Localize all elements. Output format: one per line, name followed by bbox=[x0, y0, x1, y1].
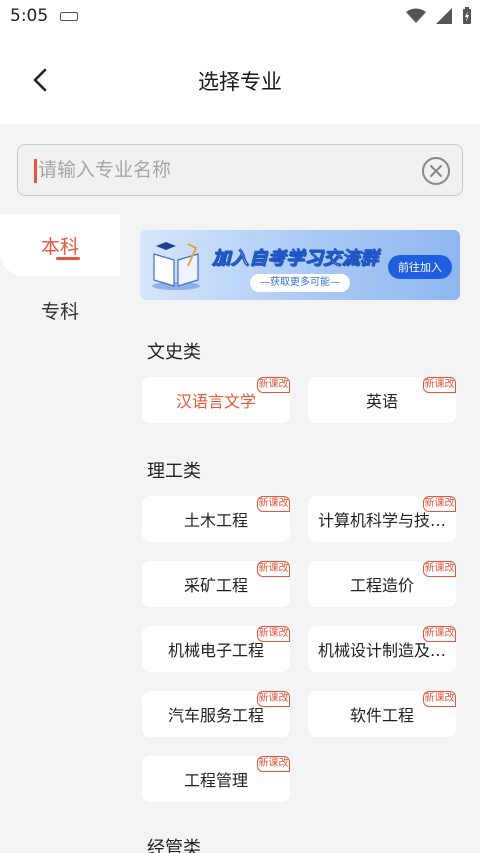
major-item[interactable]: 工程造价 新课改 bbox=[308, 561, 456, 607]
status-bar: 5:05 bbox=[0, 0, 480, 34]
search-input[interactable] bbox=[38, 153, 408, 187]
tab-undergraduate[interactable]: 本科 bbox=[0, 214, 120, 276]
major-item[interactable]: 土木工程 新课改 bbox=[142, 496, 290, 542]
major-label: 土木工程 bbox=[183, 511, 248, 530]
search-box[interactable] bbox=[17, 144, 463, 196]
major-label: 工程造价 bbox=[349, 576, 414, 595]
new-curriculum-badge: 新课改 bbox=[423, 561, 456, 577]
study-group-banner[interactable]: 加入自考学习交流群 —获取更多可能— 前往加入 bbox=[140, 230, 460, 300]
major-item[interactable]: 采矿工程 新课改 bbox=[142, 561, 290, 607]
major-label: 机械电子工程 bbox=[167, 641, 264, 660]
major-item[interactable]: 机械设计制造及… 新课改 bbox=[308, 626, 456, 672]
major-label: 汽车服务工程 bbox=[167, 706, 264, 725]
major-list: 加入自考学习交流群 —获取更多可能— 前往加入 文史类 汉语言文学 新课改 英语… bbox=[120, 214, 480, 853]
major-item[interactable]: 工程管理 新课改 bbox=[142, 756, 290, 802]
status-icons bbox=[406, 7, 472, 25]
major-label: 采矿工程 bbox=[183, 576, 248, 595]
major-item[interactable]: 英语 新课改 bbox=[308, 377, 456, 423]
new-curriculum-badge: 新课改 bbox=[423, 691, 456, 707]
new-curriculum-badge: 新课改 bbox=[257, 496, 290, 512]
clear-search-button[interactable] bbox=[422, 157, 450, 185]
tab-label: 专科 bbox=[40, 300, 79, 323]
new-curriculum-badge: 新课改 bbox=[423, 496, 456, 512]
banner-title: 加入自考学习交流群 bbox=[212, 248, 379, 270]
tab-junior-college[interactable]: 专科 bbox=[0, 278, 120, 342]
tab-label: 本科 bbox=[40, 235, 79, 258]
major-label: 英语 bbox=[365, 392, 398, 411]
section-title-literature: 文史类 bbox=[147, 342, 201, 363]
keyboard-icon bbox=[60, 12, 78, 21]
battery-icon bbox=[463, 7, 471, 24]
major-item[interactable]: 软件工程 新课改 bbox=[308, 691, 456, 737]
text-cursor bbox=[34, 159, 37, 183]
status-time: 5:05 bbox=[10, 6, 49, 26]
major-item[interactable]: 汉语言文学 新课改 bbox=[142, 377, 290, 423]
new-curriculum-badge: 新课改 bbox=[257, 626, 290, 642]
wifi-icon bbox=[406, 8, 426, 23]
major-label: 工程管理 bbox=[183, 771, 248, 790]
major-label: 软件工程 bbox=[349, 706, 414, 725]
new-curriculum-badge: 新课改 bbox=[257, 691, 290, 707]
section-title-economics-management: 经管类 bbox=[147, 838, 201, 853]
major-item[interactable]: 机械电子工程 新课改 bbox=[142, 626, 290, 672]
app-header: 选择专业 bbox=[0, 34, 480, 124]
new-curriculum-badge: 新课改 bbox=[423, 626, 456, 642]
page-title: 选择专业 bbox=[198, 70, 282, 94]
major-item[interactable]: 汽车服务工程 新课改 bbox=[142, 691, 290, 737]
signal-icon bbox=[436, 8, 452, 24]
degree-tabs: 本科 专科 bbox=[0, 214, 120, 853]
close-icon bbox=[430, 165, 442, 177]
new-curriculum-badge: 新课改 bbox=[257, 377, 290, 393]
new-curriculum-badge: 新课改 bbox=[257, 561, 290, 577]
new-curriculum-badge: 新课改 bbox=[257, 756, 290, 772]
section-title-science-engineering: 理工类 bbox=[147, 461, 201, 482]
banner-subtitle: —获取更多可能— bbox=[250, 274, 350, 292]
major-item[interactable]: 计算机科学与技… 新课改 bbox=[308, 496, 456, 542]
new-curriculum-badge: 新课改 bbox=[423, 377, 456, 393]
join-group-button[interactable]: 前往加入 bbox=[388, 255, 452, 279]
search-area bbox=[0, 124, 480, 214]
book-illustration-icon bbox=[152, 242, 200, 290]
major-label: 汉语言文学 bbox=[175, 392, 256, 411]
